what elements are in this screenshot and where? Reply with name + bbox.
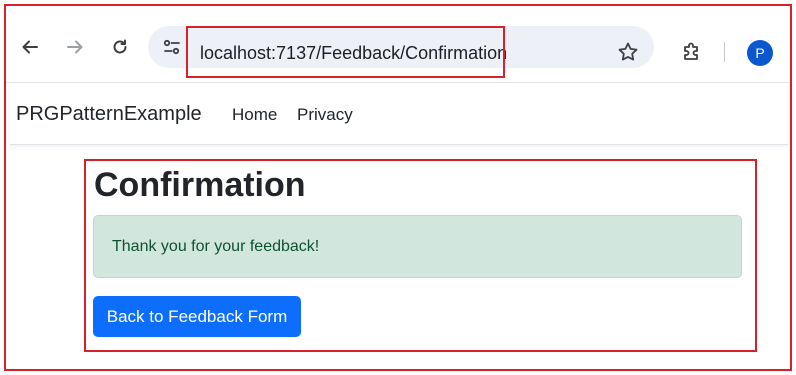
tune-icon[interactable] — [162, 37, 182, 57]
puzzle-icon[interactable] — [680, 40, 704, 64]
toolbar-divider — [724, 42, 725, 62]
back-button[interactable] — [16, 33, 44, 61]
star-icon[interactable] — [616, 40, 640, 64]
navbar-brand[interactable]: PRGPatternExample — [16, 103, 202, 126]
back-to-feedback-form-button[interactable]: Back to Feedback Form — [93, 296, 301, 337]
nav-link-privacy[interactable]: Privacy — [297, 105, 353, 125]
arrow-right-icon — [67, 40, 83, 54]
page-title: Confirmation — [94, 166, 306, 204]
app-navbar: PRGPatternExample Home Privacy — [10, 83, 788, 145]
alert-message: Thank you for your feedback! — [112, 238, 320, 255]
forward-button[interactable] — [61, 33, 89, 61]
profile-avatar[interactable]: P — [747, 40, 773, 66]
reload-button[interactable] — [106, 33, 134, 61]
url-highlight-box — [186, 26, 505, 78]
reload-icon — [113, 39, 127, 54]
arrow-left-icon — [22, 40, 38, 54]
success-alert: Thank you for your feedback! — [93, 215, 742, 278]
nav-link-home[interactable]: Home — [232, 105, 277, 125]
